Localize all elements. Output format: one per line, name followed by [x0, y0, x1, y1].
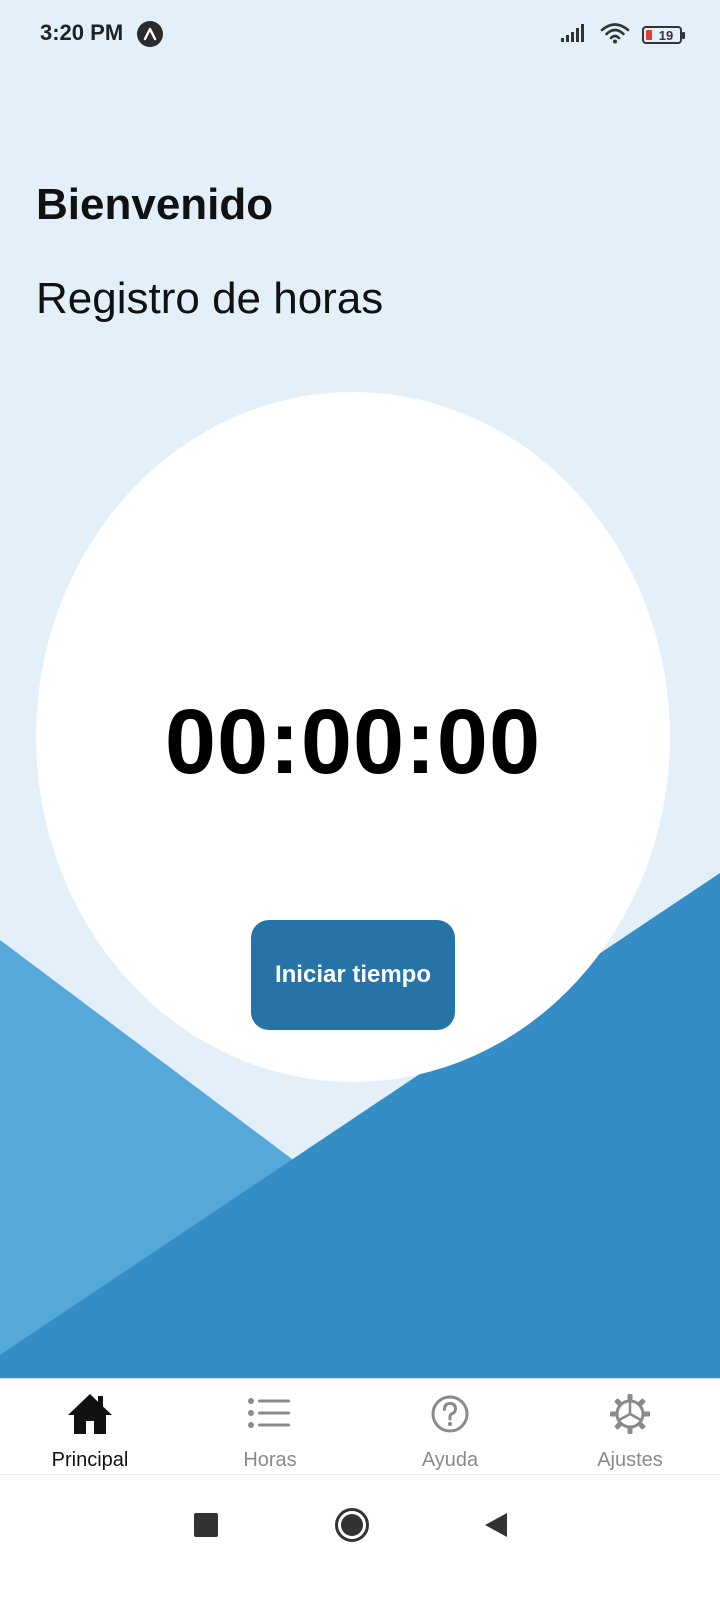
status-indicators: 19: [560, 22, 685, 49]
timer-display: 00:00:00: [164, 691, 542, 793]
wifi-icon: [600, 22, 630, 49]
start-timer-button[interactable]: Iniciar tiempo: [251, 920, 455, 1030]
settings-icon: [606, 1391, 654, 1437]
home-circle-icon[interactable]: [327, 1503, 377, 1547]
system-nav-bar: [0, 1474, 720, 1600]
tab-principal[interactable]: Principal: [0, 1379, 180, 1475]
signal-icon: [560, 23, 588, 48]
tab-ayuda[interactable]: Ayuda: [360, 1379, 540, 1475]
help-icon: [426, 1391, 474, 1437]
expo-go-icon: [137, 21, 163, 47]
recents-icon[interactable]: [181, 1503, 231, 1547]
status-bar: 3:20 PM 19: [0, 0, 720, 70]
battery-fill: [646, 30, 652, 40]
page-subtitle: Registro de horas: [36, 274, 384, 323]
tab-label: Principal: [51, 1449, 129, 1471]
home-icon: [66, 1391, 114, 1437]
tab-label: Ajustes: [597, 1449, 663, 1471]
welcome-title: Bienvenido: [36, 180, 274, 229]
list-icon: [246, 1391, 294, 1437]
app-screen: 3:20 PM 19 Bienvenido Registro de horas …: [0, 0, 720, 1600]
status-time: 3:20 PM: [40, 20, 124, 45]
back-icon[interactable]: [471, 1503, 521, 1547]
tab-horas[interactable]: Horas: [180, 1379, 360, 1475]
battery-level: 19: [658, 27, 674, 43]
bottom-tab-bar: Principal Horas Ayuda Ajustes: [0, 1378, 720, 1475]
battery-icon: 19: [642, 26, 685, 44]
tab-label: Horas: [243, 1449, 297, 1471]
tab-label: Ayuda: [421, 1449, 479, 1471]
tab-ajustes[interactable]: Ajustes: [540, 1379, 720, 1475]
